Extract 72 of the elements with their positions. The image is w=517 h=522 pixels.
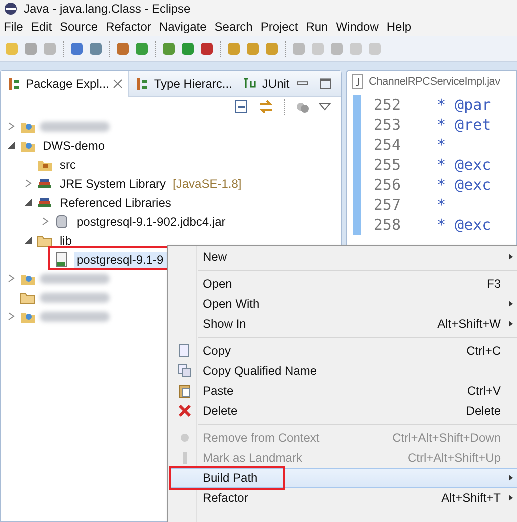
line-number: 252 xyxy=(372,96,401,114)
menu-item[interactable]: Search xyxy=(212,20,259,34)
menu-item[interactable]: Copy Ctrl+C xyxy=(170,341,517,361)
menu-item[interactable]: Refactor xyxy=(104,20,158,34)
editor-tab[interactable]: ChannelRPCServiceImpl.jav xyxy=(369,76,500,88)
toolbar-icon[interactable] xyxy=(226,40,242,56)
menu-item[interactable]: Help xyxy=(384,20,418,34)
delete-icon xyxy=(177,403,193,419)
toolbar-icon[interactable] xyxy=(199,40,215,56)
collapse-arrow-icon[interactable] xyxy=(7,141,16,150)
menu-item[interactable]: Window xyxy=(334,20,385,34)
toolbar-icon[interactable] xyxy=(69,40,85,56)
toolbar-icon[interactable] xyxy=(88,40,104,56)
view-tab[interactable]: Package Expl... xyxy=(1,70,130,96)
tree-item[interactable]: DWS-demo xyxy=(40,138,108,154)
menu-item[interactable]: Delete Delete xyxy=(170,401,517,421)
line-number: 257 xyxy=(372,196,401,214)
code-line: * @exc xyxy=(437,176,492,194)
maximize-icon[interactable] xyxy=(318,76,334,92)
file-icon xyxy=(54,252,70,268)
menu-item[interactable]: Build Path xyxy=(170,468,517,488)
code-line: * @exc xyxy=(437,156,492,174)
menu-item[interactable]: Run xyxy=(304,20,334,34)
menu-item[interactable]: Project xyxy=(258,20,304,34)
code-line: * xyxy=(437,136,446,154)
tree-item[interactable]: postgresql-9.1-9 xyxy=(74,252,167,268)
package-tree-icon xyxy=(6,76,22,92)
toolbar-icon[interactable] xyxy=(134,40,150,56)
toolbar-icon[interactable] xyxy=(264,40,280,56)
view-tab[interactable]: JUnit xyxy=(237,70,295,96)
window-title: Java - java.lang.Class - Eclipse xyxy=(24,2,191,16)
view-tab[interactable]: Type Hierarc... xyxy=(129,70,238,96)
menu-item[interactable]: File xyxy=(2,20,30,34)
tree-item[interactable]: lib xyxy=(57,232,76,248)
menu-item[interactable]: New xyxy=(170,247,517,267)
tree-item[interactable]: src xyxy=(57,156,79,172)
menu-item[interactable]: Open F3 xyxy=(170,274,517,294)
menu-item[interactable]: Edit xyxy=(29,20,58,34)
collapse-arrow-icon[interactable] xyxy=(24,236,33,245)
tree-item[interactable]: JRE System Library xyxy=(57,176,170,192)
toolbar-icon[interactable] xyxy=(161,40,177,56)
tree-item[interactable]: Referenced Libraries xyxy=(57,194,174,210)
menu-item[interactable]: Refactor Alt+Shift+T xyxy=(170,488,517,508)
menu-item[interactable]: Copy Qualified Name xyxy=(170,361,517,381)
menu-item[interactable]: Paste Ctrl+V xyxy=(170,381,517,401)
toolbar-icon[interactable] xyxy=(180,40,196,56)
menu-item[interactable]: Navigate xyxy=(157,20,213,34)
java-file-icon xyxy=(350,74,366,90)
copy-icon xyxy=(177,363,193,379)
link-icon[interactable] xyxy=(258,99,274,115)
menu-item[interactable]: Show In Alt+Shift+W xyxy=(170,314,517,334)
line-number: 256 xyxy=(372,176,401,194)
close-icon[interactable] xyxy=(113,78,124,88)
collapse-arrow-icon[interactable] xyxy=(24,198,33,207)
library-version: [JavaSE-1.8] xyxy=(173,176,242,190)
jar-icon xyxy=(54,214,70,230)
line-number: 255 xyxy=(372,156,401,174)
code-line: * @ret xyxy=(437,116,492,134)
collapse-all-icon[interactable] xyxy=(234,99,250,115)
menu-item[interactable]: Open With xyxy=(170,294,517,314)
line-number: 253 xyxy=(372,116,401,134)
view-menu-icon[interactable] xyxy=(319,101,331,113)
tree-item[interactable]: postgresql-9.1-902.jdbc4.jar xyxy=(74,214,229,230)
code-line: * @exc xyxy=(437,216,492,234)
line-number: 258 xyxy=(372,216,401,234)
line-number: 254 xyxy=(372,136,401,154)
toolbar-icon[interactable] xyxy=(245,40,261,56)
menu-item[interactable]: Source xyxy=(58,20,104,34)
toolbar-icon[interactable] xyxy=(115,40,131,56)
code-line: * @par xyxy=(437,96,492,114)
clipboard-icon xyxy=(177,383,193,399)
code-line: * xyxy=(437,196,446,214)
